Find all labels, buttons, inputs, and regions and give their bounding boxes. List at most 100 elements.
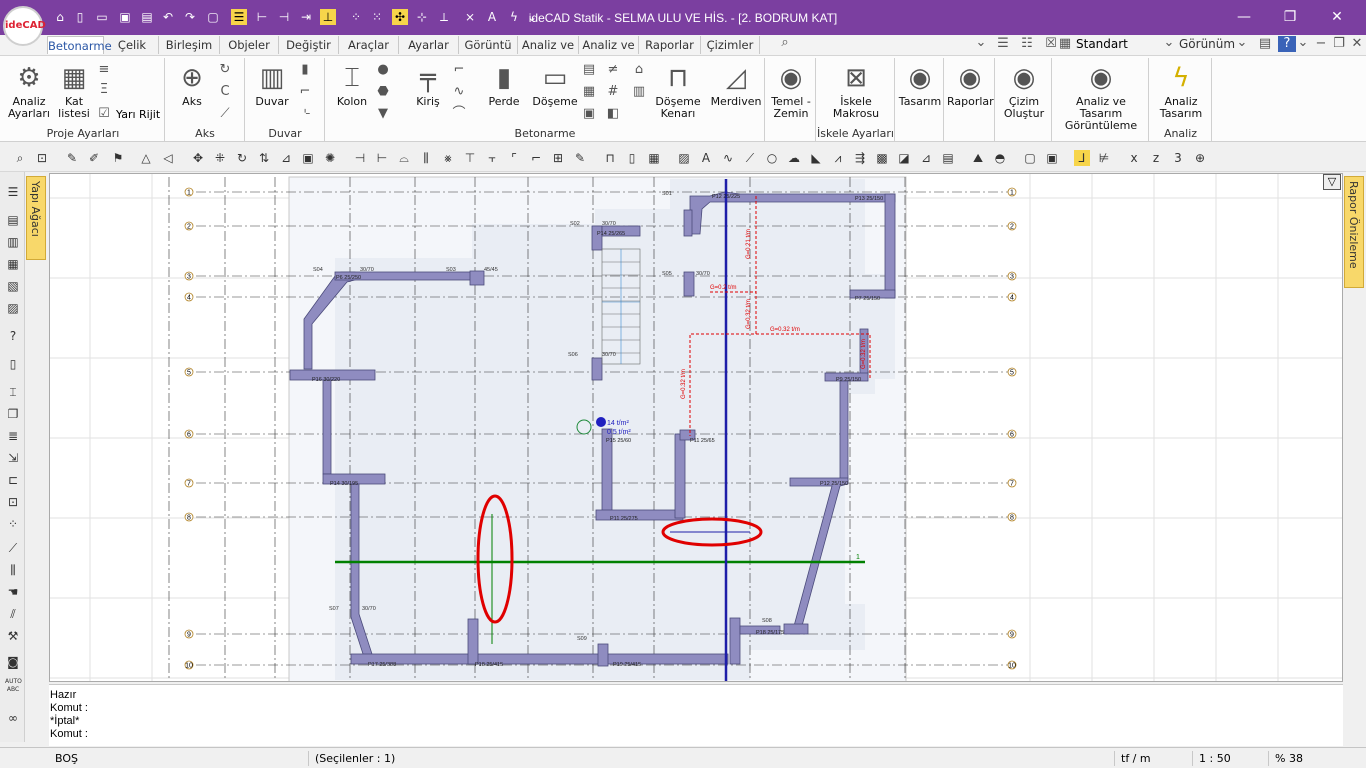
counter-icon[interactable]: ▤ (940, 150, 956, 166)
ucs-world-icon[interactable]: ⊕ (1192, 150, 1208, 166)
hand-icon[interactable]: ☚ (5, 584, 21, 600)
rotate-icon[interactable]: ↻ (234, 150, 250, 166)
analiz-tasarim-goruntuleme-button[interactable]: ◉ Analiz ve Tasarım Görüntüleme (1055, 62, 1147, 132)
layer-list-icon[interactable]: ▨ (5, 300, 21, 316)
app-logo[interactable]: ideCAD (3, 6, 46, 46)
z3d-icon[interactable]: 3 (1170, 150, 1186, 166)
status-unit[interactable]: tf / m (1114, 751, 1192, 766)
slash-icon[interactable]: ⫽ (5, 606, 21, 622)
query-icon[interactable]: ? (5, 328, 21, 344)
slab-support-icon[interactable]: ⌂ (630, 62, 648, 78)
frame-icon[interactable]: ⊡ (5, 494, 21, 510)
kiris-button[interactable]: ╤ Kiriş (406, 62, 450, 108)
scale-icon[interactable]: ⊿ (278, 150, 294, 166)
tab-celik[interactable]: Çelik (106, 36, 159, 54)
hatch-icon[interactable]: ◣ (808, 150, 824, 166)
ucs-pick-icon[interactable]: ⊭ (1096, 150, 1112, 166)
slab-grid-icon[interactable]: ▦ (580, 84, 598, 100)
edit-icon[interactable]: ✎ (572, 150, 588, 166)
layer-icon[interactable]: ▤ (5, 212, 21, 228)
window-tile-icon[interactable]: ▣ (1044, 150, 1060, 166)
tab-betonarme[interactable]: Betonarme (47, 36, 112, 54)
section-icon[interactable]: ◓ (992, 150, 1008, 166)
chamfer-icon[interactable]: ⌐ (528, 150, 544, 166)
minimize-icon[interactable]: — (1229, 6, 1259, 28)
chart-icon[interactable]: ◪ (896, 150, 912, 166)
z-axis-icon[interactable]: z (1148, 150, 1164, 166)
slab-ribbed-icon[interactable]: # (604, 84, 622, 100)
close-icon[interactable]: ✕ (1322, 6, 1352, 28)
copy-doc-icon[interactable]: ❐ (5, 406, 21, 422)
axis-line-icon[interactable]: ⟋ (216, 106, 234, 122)
rapor-onizleme-tab[interactable]: Rapor Önizleme (1344, 176, 1364, 288)
wall-type-icon[interactable]: ▮ (296, 62, 314, 78)
layer-copy-icon[interactable]: ▦ (5, 256, 21, 272)
tasarim-button[interactable]: ◉ Tasarım (898, 62, 942, 108)
raporlar-button[interactable]: ◉ Raporlar (947, 62, 994, 108)
hammer-icon[interactable]: ⚒ (5, 628, 21, 644)
perde-button[interactable]: ▮ Perde (482, 62, 526, 108)
measure-icon[interactable]: ⊿ (918, 150, 934, 166)
tab-analiz-1[interactable]: Analiz ve T (518, 36, 579, 70)
doc-close-icon[interactable]: ✕ (1348, 36, 1366, 52)
status-scale[interactable]: 1 : 50 (1192, 751, 1268, 766)
drawing-canvas[interactable]: 1 1 2 2 3 3 4 4 5 5 6 6 7 7 8 8 9 9 10 10 1 G=0.21 t/m G=0.… (49, 173, 1343, 682)
layer-edit-icon[interactable]: ▥ (5, 234, 21, 250)
copy-icon[interactable]: ⁜ (212, 150, 228, 166)
view-style-dropdown-icon[interactable]: ⌄ (1160, 35, 1178, 51)
cizim-olustur-button[interactable]: ◉ Çizim Oluştur (998, 62, 1050, 120)
table-icon[interactable]: ▩ (874, 150, 890, 166)
move-icon[interactable]: ✥ (190, 150, 206, 166)
yapi-agaci-tab[interactable]: Yapı Ağacı (26, 176, 46, 260)
array-icon[interactable]: ⊞ (550, 150, 566, 166)
line-icon[interactable]: ⟋ (742, 150, 758, 166)
stack-icon[interactable]: ≣ (5, 428, 21, 444)
beam-curve-icon[interactable]: ∿ (450, 84, 468, 100)
duvar-button[interactable]: ▥ Duvar (252, 62, 292, 108)
tab-ayarlar[interactable]: Ayarlar (399, 36, 459, 54)
pick-icon[interactable]: ✎ (64, 150, 80, 166)
analiz-ayarlari-button[interactable]: ⚙ Analiz Ayarları (6, 62, 52, 120)
trim-icon[interactable]: ⊣ (352, 150, 368, 166)
tab-goruntu[interactable]: Görüntü (459, 36, 518, 54)
column-cap-icon[interactable]: ▼ (374, 106, 392, 122)
layers-stack-icon[interactable]: ☷ (1018, 36, 1036, 52)
tab-analiz-2[interactable]: Analiz ve T (579, 36, 639, 70)
doc-restore-icon[interactable]: ❐ (1330, 36, 1348, 52)
canvas-menu-icon[interactable]: ▽ (1323, 174, 1341, 190)
eraser-icon[interactable]: ◁ (160, 150, 176, 166)
layers-icon[interactable]: ☰ (994, 36, 1012, 52)
view-style-select[interactable]: Standart (1076, 37, 1128, 51)
dots-icon[interactable]: ⁘ (5, 516, 21, 532)
grid-icon[interactable]: ▦ (646, 150, 662, 166)
kat-listesi-button[interactable]: ▦ Kat listesi (54, 62, 94, 120)
status-zoom[interactable]: % 38 (1268, 751, 1344, 766)
beam-corner-icon[interactable]: ⌐ (450, 62, 468, 78)
merdiven-button[interactable]: ◿ Merdiven (710, 62, 762, 108)
tab-birlesim[interactable]: Birleşim (159, 36, 220, 54)
circular-column-icon[interactable]: ● (374, 62, 392, 78)
window-icon[interactable]: ▢ (1022, 150, 1038, 166)
slab-panel-icon[interactable]: ▥ (630, 84, 648, 100)
ucs-icon[interactable]: ⅃ (1074, 150, 1090, 166)
view-menu-chevron-icon[interactable]: ⌄ (1233, 35, 1251, 51)
break-icon[interactable]: ⌓ (396, 150, 412, 166)
document-icon[interactable]: ▯ (5, 356, 21, 372)
axis-c-icon[interactable]: C (216, 84, 234, 100)
command-line-4[interactable]: Komut : (49, 728, 1343, 741)
leader-icon[interactable]: ⇶ (852, 150, 868, 166)
polygon-column-icon[interactable]: ⬣ (374, 84, 392, 100)
binoculars-icon[interactable]: ∞ (5, 710, 21, 726)
fillet-icon[interactable]: ⌜ (506, 150, 522, 166)
palette-icon[interactable]: ▤ (1256, 36, 1274, 52)
join-icon[interactable]: ⫼ (418, 150, 434, 166)
maximize-icon[interactable]: ❐ (1275, 6, 1305, 28)
layer-filter-icon[interactable]: ▧ (5, 278, 21, 294)
slab-hatch-icon[interactable]: ▤ (580, 62, 598, 78)
divide-icon[interactable]: ⨳ (440, 150, 456, 166)
slab-opening-icon[interactable]: ▣ (580, 106, 598, 122)
axis-arc-icon[interactable]: ↻ (216, 62, 234, 78)
floor-plan[interactable]: 1 1 2 2 3 3 4 4 5 5 6 6 7 7 8 8 9 9 10 10 1 G=0.21 t/m G=0.… (50, 174, 1343, 682)
tab-cizimler[interactable]: Çizimler (701, 36, 760, 54)
tab-degistir[interactable]: Değiştir (279, 36, 339, 54)
